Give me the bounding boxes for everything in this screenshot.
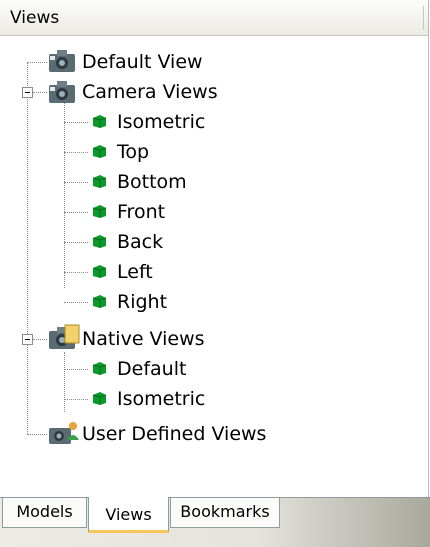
tree-item-user-defined-views[interactable]: User Defined Views bbox=[82, 419, 266, 449]
cube-icon bbox=[92, 205, 107, 218]
native-views-folder-icon bbox=[49, 324, 80, 349]
tree-item-right[interactable]: Right bbox=[117, 287, 167, 317]
connector bbox=[64, 122, 88, 123]
cube-icon bbox=[92, 362, 107, 375]
tree-trunk-line bbox=[27, 62, 28, 434]
tab-views[interactable]: Views bbox=[88, 497, 169, 533]
tree-item-bottom[interactable]: Bottom bbox=[117, 167, 187, 197]
cube-icon bbox=[92, 235, 107, 248]
connector bbox=[64, 212, 88, 213]
header-separator[interactable] bbox=[423, 6, 424, 30]
tree-item-camera-views[interactable]: Camera Views bbox=[82, 77, 218, 107]
connector bbox=[64, 242, 88, 243]
views-header-label: Views bbox=[10, 8, 60, 28]
tree-item-native-isometric[interactable]: Isometric bbox=[117, 384, 205, 414]
connector bbox=[33, 92, 47, 93]
connector bbox=[64, 272, 88, 273]
collapse-camera-views-toggle[interactable] bbox=[22, 87, 33, 98]
tree-item-native-views[interactable]: Native Views bbox=[82, 324, 205, 354]
views-header: Views bbox=[0, 0, 428, 36]
cube-icon bbox=[92, 295, 107, 308]
tree-item-default-view[interactable]: Default View bbox=[82, 47, 203, 77]
camera-folder-icon bbox=[49, 81, 75, 103]
camera-view-icon bbox=[49, 50, 75, 72]
tab-bookmarks[interactable]: Bookmarks bbox=[170, 498, 280, 528]
tree-item-top[interactable]: Top bbox=[117, 137, 149, 167]
native-branch-line bbox=[64, 352, 65, 412]
cube-icon bbox=[92, 175, 107, 188]
connector bbox=[27, 434, 47, 435]
cube-icon bbox=[92, 145, 107, 158]
connector bbox=[64, 182, 88, 183]
tree-item-back[interactable]: Back bbox=[117, 227, 163, 257]
cube-icon bbox=[92, 392, 107, 405]
tree-item-left[interactable]: Left bbox=[117, 257, 153, 287]
user-defined-views-icon bbox=[49, 422, 79, 444]
cube-icon bbox=[92, 265, 107, 278]
cube-icon bbox=[92, 115, 107, 128]
connector bbox=[27, 62, 47, 63]
tree-item-native-default[interactable]: Default bbox=[117, 354, 186, 384]
connector bbox=[33, 339, 47, 340]
tree-item-isometric[interactable]: Isometric bbox=[117, 107, 205, 137]
tree-item-front[interactable]: Front bbox=[117, 197, 165, 227]
collapse-native-views-toggle[interactable] bbox=[22, 334, 33, 345]
connector bbox=[64, 302, 88, 303]
connector bbox=[64, 369, 88, 370]
connector bbox=[64, 152, 88, 153]
panel-tab-bar: Models Views Bookmarks bbox=[0, 497, 430, 547]
connector bbox=[64, 399, 88, 400]
views-panel: Views Default View Camera Views Isometri… bbox=[0, 0, 429, 497]
tab-models[interactable]: Models bbox=[2, 498, 87, 528]
